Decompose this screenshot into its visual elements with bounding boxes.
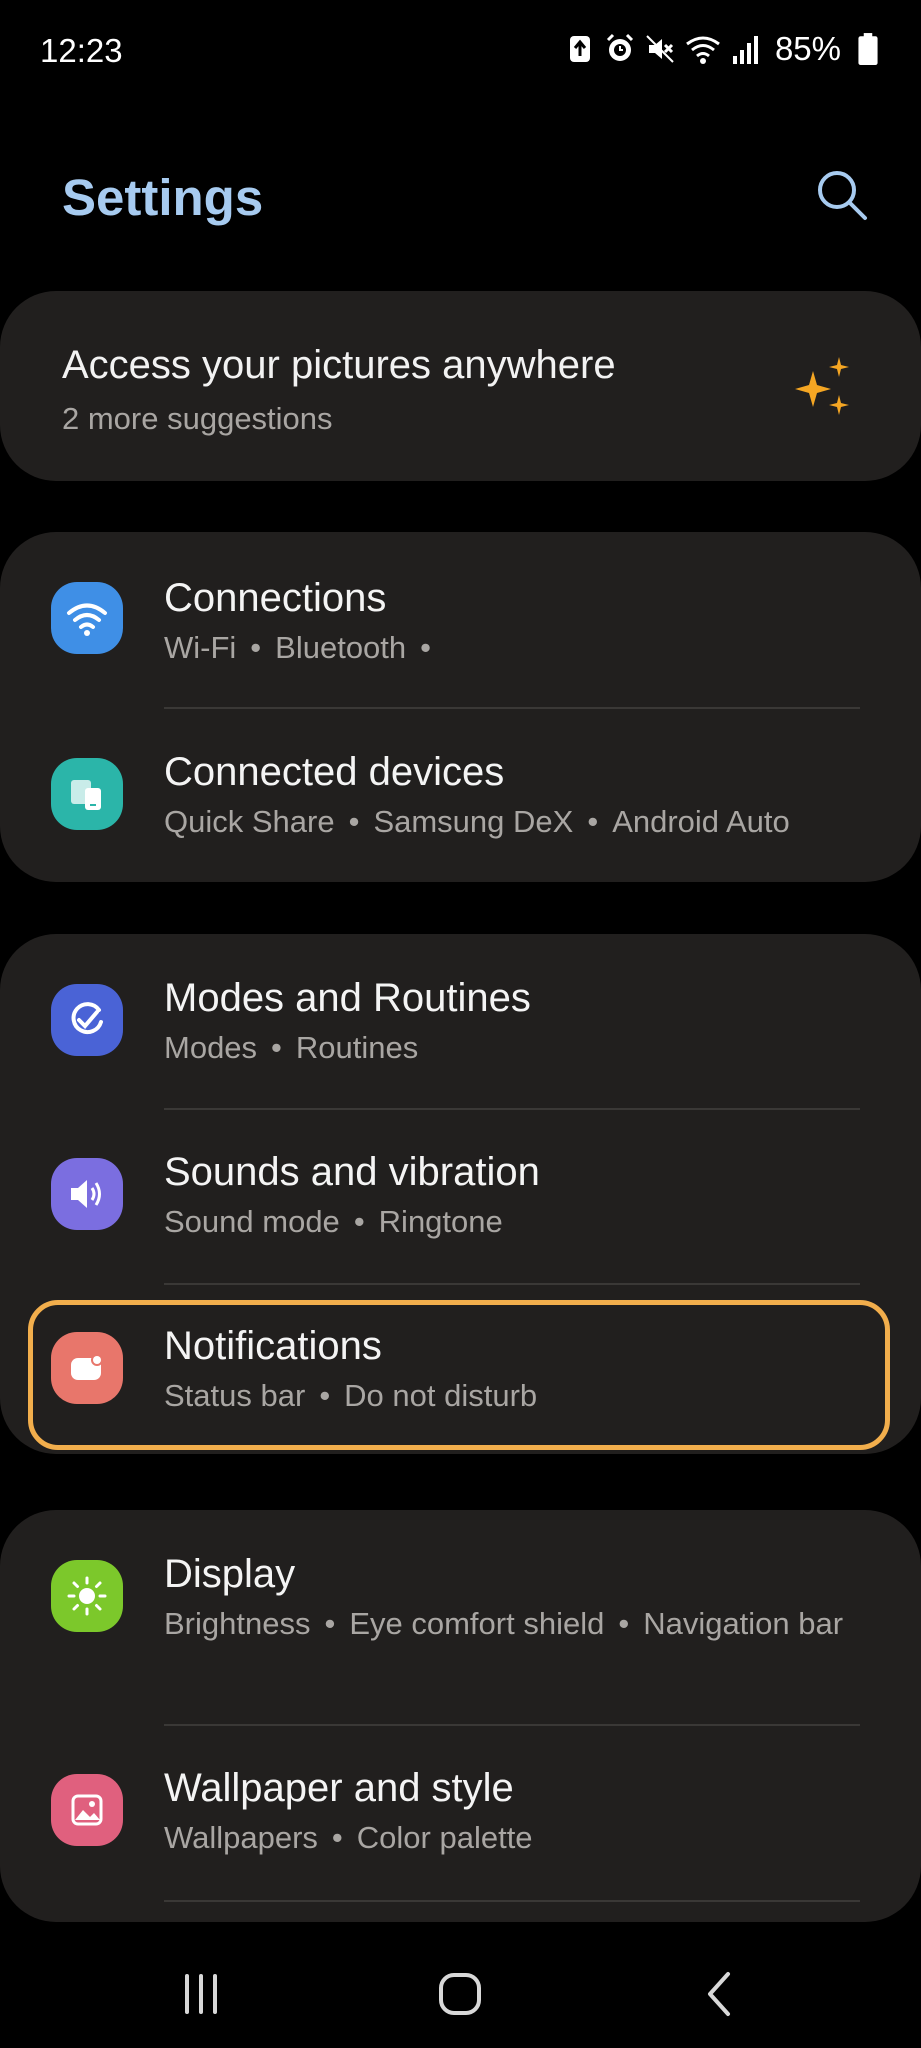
settings-item-connections[interactable]: Connections Wi-Fi • Bluetooth • xyxy=(0,532,921,706)
battery-saver-icon xyxy=(565,32,595,66)
sparkle-icon xyxy=(793,355,859,421)
search-icon xyxy=(818,171,867,220)
page-title: Settings xyxy=(62,169,264,226)
settings-item-title: Wallpaper and style xyxy=(164,1766,514,1810)
battery-icon xyxy=(853,32,883,66)
brightness-icon xyxy=(51,1560,123,1632)
signal-icon xyxy=(731,32,761,66)
settings-item-display[interactable]: Display Brightness • Eye comfort shield • Na… xyxy=(0,1510,921,1724)
settings-item-subtitle: Wi-Fi • Bluetooth • xyxy=(164,630,432,665)
settings-item-wallpaper[interactable]: Wallpaper and style Wallpapers • Color pal… xyxy=(0,1726,921,1902)
settings-item-subtitle: Wallpapers • Color palette xyxy=(164,1820,533,1855)
divider xyxy=(164,1900,860,1902)
wifi-icon xyxy=(51,582,123,654)
suggestion-title: Access your pictures anywhere xyxy=(62,343,616,387)
suggestion-card[interactable]: Access your pictures anywhere 2 more sug… xyxy=(0,291,921,481)
back-button[interactable] xyxy=(685,1964,755,2024)
suggestion-subtitle: 2 more suggestions xyxy=(62,401,333,436)
settings-item-title: Display xyxy=(164,1552,296,1596)
alarm-icon xyxy=(605,32,635,66)
settings-item-title: Modes and Routines xyxy=(164,976,531,1020)
settings-item-sounds[interactable]: Sounds and vibration Sound mode • Ringtone xyxy=(0,1110,921,1284)
settings-item-subtitle: Sound mode • Ringtone xyxy=(164,1204,503,1239)
settings-item-title: Connected devices xyxy=(164,750,505,794)
settings-item-subtitle: Modes • Routines xyxy=(164,1030,419,1065)
battery-percent: 85% xyxy=(774,30,841,67)
divider xyxy=(164,1283,860,1285)
status-icons: 85% xyxy=(565,30,883,68)
home-button[interactable] xyxy=(425,1964,495,2024)
speaker-icon xyxy=(51,1158,123,1230)
devices-icon xyxy=(51,758,123,830)
settings-item-title: Sounds and vibration xyxy=(164,1150,540,1194)
navigation-bar xyxy=(0,1940,921,2048)
back-icon xyxy=(708,1972,730,2016)
status-bar: 12:23 85% xyxy=(0,0,921,106)
settings-screen: 12:23 85% Settings Access your pictures … xyxy=(0,0,921,2048)
wallpaper-icon xyxy=(51,1774,123,1846)
highlight-box xyxy=(28,1300,890,1450)
settings-group-display: Display Brightness • Eye comfort shield • Na… xyxy=(0,1510,921,1922)
recent-apps-icon xyxy=(185,1974,217,2014)
home-icon xyxy=(439,1973,481,2015)
settings-group-connections: Connections Wi-Fi • Bluetooth • Connected d… xyxy=(0,532,921,882)
settings-item-modes-routines[interactable]: Modes and Routines Modes • Routines xyxy=(0,934,921,1108)
recent-apps-button[interactable] xyxy=(166,1964,236,2024)
routine-check-icon xyxy=(51,984,123,1056)
settings-item-title: Connections xyxy=(164,576,387,620)
status-time: 12:23 xyxy=(40,32,123,69)
settings-item-subtitle: Brightness • Eye comfort shield • Navigation… xyxy=(164,1606,844,1641)
wifi-icon xyxy=(685,32,721,66)
settings-item-subtitle: Quick Share • Samsung DeX • Android Auto xyxy=(164,804,790,839)
settings-item-connected-devices[interactable]: Connected devices Quick Share • Samsung De… xyxy=(0,708,921,882)
search-button[interactable] xyxy=(813,166,871,224)
mute-icon xyxy=(645,32,675,66)
